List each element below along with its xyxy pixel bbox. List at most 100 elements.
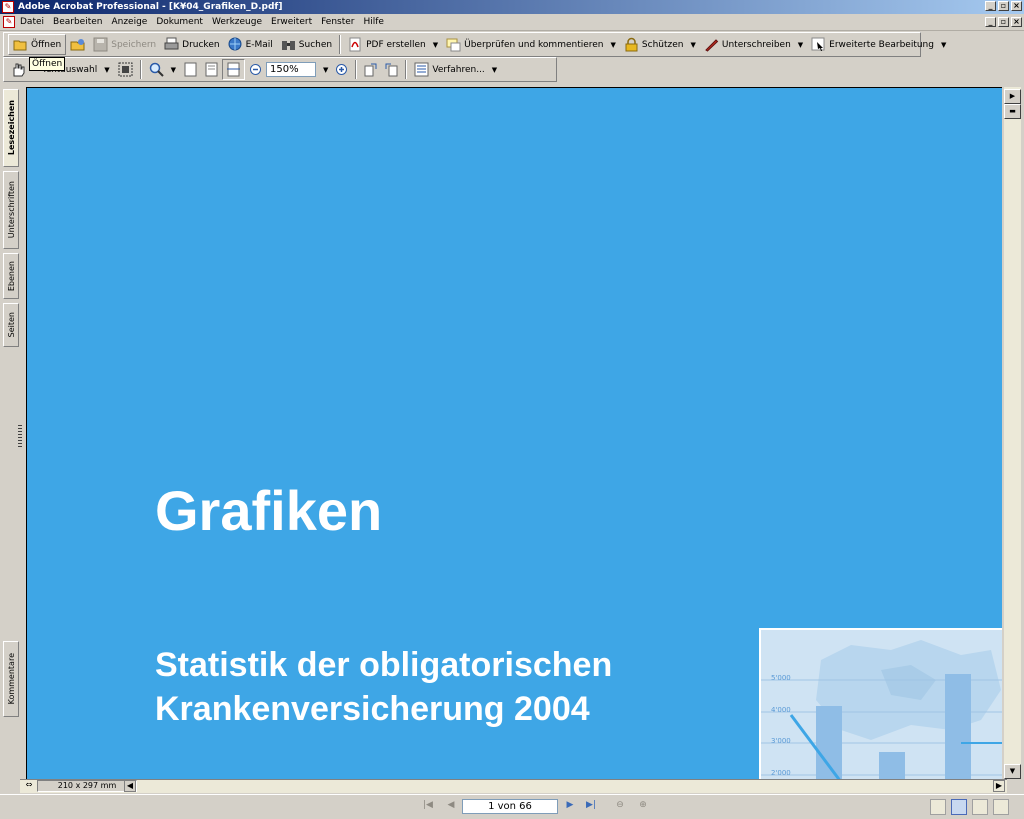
previous-view-icon[interactable]: ⊖ — [612, 800, 628, 814]
zoom-in-tool-button[interactable]: ▼ — [145, 59, 180, 80]
basic-toolbar: Textauswahl ▼ ▼ 150% ▼ Verfahren... ▼ — [3, 57, 557, 82]
organizer-icon — [70, 37, 85, 52]
advanced-editing-button[interactable]: Erweiterte Bearbeitung ▼ — [807, 34, 950, 55]
scroll-up-button[interactable]: ▶ — [1004, 89, 1021, 104]
create-pdf-icon — [348, 37, 363, 52]
chevron-down-icon[interactable]: ▼ — [798, 41, 803, 49]
create-pdf-button[interactable]: PDF erstellen ▼ — [344, 34, 442, 55]
document-viewport[interactable]: Grafiken Statistik der obligatorischen K… — [26, 87, 1002, 779]
restore-button[interactable]: ▫ — [998, 1, 1009, 11]
tab-pages[interactable]: Seiten — [3, 303, 19, 347]
tab-comments[interactable]: Kommentare — [3, 641, 19, 717]
chevron-down-icon[interactable]: ▼ — [323, 66, 328, 74]
fit-page-button[interactable] — [201, 59, 222, 80]
continuous-layout-button[interactable] — [951, 799, 967, 815]
fit-width-button[interactable] — [221, 59, 245, 80]
pen-icon — [704, 37, 719, 52]
next-page-icon[interactable]: ▶ — [562, 800, 578, 814]
acrobat-app-icon[interactable]: ✎ — [2, 1, 14, 13]
menu-erweitert[interactable]: Erweitert — [271, 17, 312, 27]
doc-close-button[interactable]: × — [1011, 17, 1022, 27]
previous-page-icon[interactable]: ◀ — [443, 800, 459, 814]
scroll-left-button[interactable]: ◀ — [124, 780, 136, 792]
organizer-button[interactable] — [66, 34, 89, 55]
camera-icon — [118, 62, 133, 77]
single-page-layout-button[interactable] — [930, 799, 946, 815]
open-button[interactable]: Öffnen — [8, 34, 67, 55]
horizontal-scrollbar[interactable] — [20, 779, 1007, 793]
chart-tick-label: 2'000 — [771, 769, 791, 777]
file-toolbar: Öffnen Speichern Drucken E-Mail Suchen P… — [3, 32, 946, 57]
scroll-down-button[interactable]: ▼ — [1004, 764, 1021, 779]
document-icon[interactable]: ✎ — [3, 16, 15, 28]
zoom-out-button[interactable] — [245, 59, 266, 80]
tab-signatures[interactable]: Unterschriften — [3, 171, 19, 249]
scroll-thumb[interactable]: ▬ — [1004, 104, 1021, 119]
last-page-icon[interactable]: ▶| — [583, 800, 599, 814]
chevron-down-icon[interactable]: ▼ — [941, 41, 946, 49]
email-label: E-Mail — [245, 39, 273, 50]
tab-comments-label: Kommentare — [6, 653, 16, 705]
chart-tick-label: 4'000 — [771, 706, 791, 714]
chevron-down-icon[interactable]: ▼ — [690, 41, 695, 49]
floppy-disk-icon — [93, 37, 108, 52]
menu-fenster[interactable]: Fenster — [321, 17, 354, 27]
menu-datei[interactable]: Datei — [20, 17, 44, 27]
menu-hilfe[interactable]: Hilfe — [364, 17, 384, 27]
email-button[interactable]: E-Mail — [224, 34, 277, 55]
review-comment-button[interactable]: Überprüfen und kommentieren ▼ — [442, 34, 620, 55]
sign-label: Unterschreiben — [721, 39, 791, 50]
doc-minimize-button[interactable]: _ — [985, 17, 996, 27]
hand-icon — [10, 62, 25, 77]
vertical-scrollbar[interactable]: ▶ ▬ ▼ — [1004, 87, 1021, 779]
hand-tool-button[interactable] — [8, 59, 27, 80]
menu-anzeige[interactable]: Anzeige — [111, 17, 147, 27]
chevron-down-icon[interactable]: ▼ — [104, 66, 109, 74]
search-button[interactable]: Suchen — [277, 34, 336, 55]
page-size-toggle[interactable]: ⇔ — [22, 780, 36, 792]
next-view-icon[interactable]: ⊕ — [635, 800, 651, 814]
rotate-clockwise-button[interactable] — [360, 59, 381, 80]
chevron-down-icon[interactable]: ▼ — [171, 66, 176, 74]
snapshot-button[interactable] — [114, 59, 137, 80]
panel-resize-grip[interactable] — [18, 425, 22, 447]
zoom-input[interactable]: 150% — [265, 62, 316, 77]
tab-bookmarks[interactable]: Lesezeichen — [3, 89, 19, 167]
tab-layers[interactable]: Ebenen — [3, 253, 19, 299]
secure-button[interactable]: Schützen ▼ — [620, 34, 700, 55]
zoom-in-button[interactable] — [331, 59, 352, 80]
scroll-right-button[interactable]: ▶ — [993, 780, 1005, 792]
chevron-down-icon[interactable]: ▼ — [611, 41, 616, 49]
toolbar-separator — [139, 60, 142, 79]
rotate-counterclockwise-button[interactable] — [381, 59, 402, 80]
minimize-button[interactable]: _ — [985, 1, 996, 11]
plus-circle-icon — [334, 62, 349, 77]
sign-button[interactable]: Unterschreiben ▼ — [700, 34, 807, 55]
chevron-down-icon[interactable]: ▼ — [433, 41, 438, 49]
minus-circle-icon — [248, 62, 263, 77]
doc-restore-button[interactable]: ▫ — [998, 17, 1009, 27]
close-button[interactable]: × — [1011, 1, 1022, 11]
continuous-facing-layout-button[interactable] — [993, 799, 1009, 815]
procedures-button[interactable]: Verfahren... ▼ — [410, 59, 501, 80]
actual-size-button[interactable] — [180, 59, 201, 80]
menu-dokument[interactable]: Dokument — [156, 17, 203, 27]
chevron-down-icon[interactable]: ▼ — [492, 66, 497, 74]
tab-layers-label: Ebenen — [6, 260, 16, 292]
menu-bearbeiten[interactable]: Bearbeiten — [53, 17, 102, 27]
menu-werkzeuge[interactable]: Werkzeuge — [212, 17, 262, 27]
lock-icon — [624, 37, 639, 52]
zoom-dropdown[interactable]: ▼ — [316, 59, 331, 80]
page-number-field[interactable]: 1 von 66 — [462, 799, 558, 814]
document-subtitle-line2: Krankenversicherung 2004 — [155, 690, 590, 728]
open-label: Öffnen — [31, 39, 62, 50]
print-button[interactable]: Drucken — [160, 34, 223, 55]
facing-layout-button[interactable] — [972, 799, 988, 815]
fit-page-icon — [204, 62, 219, 77]
procedures-list-icon — [414, 62, 429, 77]
actual-size-icon — [183, 62, 198, 77]
advanced-editing-icon — [811, 37, 826, 52]
first-page-icon[interactable]: |◀ — [420, 800, 436, 814]
document-window-controls: _ ▫ × — [985, 17, 1022, 27]
save-button[interactable]: Speichern — [89, 34, 160, 55]
